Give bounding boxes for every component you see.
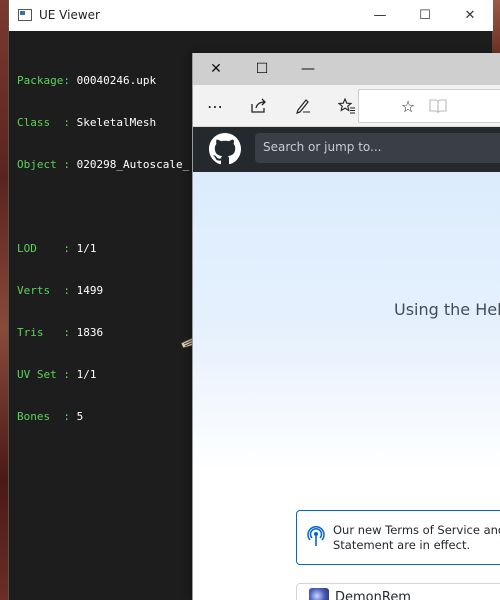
hero-heading: Using the Hel	[394, 300, 500, 319]
browser-window: ✕ ☐ — ⋯ ☆ Search or jump to... Using the…	[192, 53, 500, 600]
address-bar[interactable]: ☆	[358, 89, 500, 123]
pen-icon[interactable]	[281, 85, 325, 127]
close-button[interactable]: ✕	[447, 0, 493, 31]
avatar	[309, 588, 329, 600]
add-favorite-star-icon[interactable]: ☆	[393, 90, 423, 122]
desktop-background-left	[0, 0, 8, 600]
maximize-button[interactable]: ☐	[402, 0, 448, 31]
more-options-icon[interactable]: ⋯	[193, 85, 237, 127]
github-logo-icon[interactable]	[209, 133, 241, 165]
stat-line-tris: Tris : 1836	[17, 326, 104, 339]
info-line-object: Object : 020298_Autoscale_	[17, 158, 190, 171]
repository-list-item[interactable]: DemonRem	[296, 583, 500, 600]
browser-maximize-button[interactable]: ☐	[239, 53, 285, 85]
repository-owner-name[interactable]: DemonRem	[335, 590, 411, 600]
minimize-button[interactable]: —	[357, 0, 403, 31]
stat-line-uvset: UV Set : 1/1	[17, 368, 97, 381]
stat-line-lod: LOD : 1/1	[17, 242, 97, 255]
broadcast-icon	[307, 526, 325, 546]
stat-line-verts: Verts : 1499	[17, 284, 104, 297]
terms-notice-text: Our new Terms of Service and P Statement…	[333, 523, 500, 552]
browser-toolbar: ⋯ ☆	[193, 85, 500, 127]
github-search-input[interactable]: Search or jump to...	[255, 133, 500, 163]
desktop-background-right	[492, 0, 500, 55]
mesh-info-console: Package: 00040246.upk Class : SkeletalMe…	[17, 46, 189, 452]
console-spacer	[17, 200, 189, 214]
share-icon[interactable]	[237, 85, 281, 127]
ue-viewer-titlebar[interactable]: UE Viewer — ☐ ✕	[9, 0, 493, 31]
browser-minimize-button[interactable]: —	[285, 53, 331, 85]
reading-view-icon[interactable]	[423, 90, 453, 122]
app-window-icon	[18, 9, 32, 21]
browser-close-button[interactable]: ✕	[193, 53, 239, 85]
github-header: Search or jump to...	[193, 127, 500, 172]
info-line-class: Class : SkeletalMesh	[17, 116, 157, 129]
info-line-package: Package: 00040246.upk	[17, 74, 157, 87]
github-hero-banner	[193, 172, 500, 472]
browser-titlebar[interactable]: ✕ ☐ —	[193, 53, 500, 85]
stat-line-bones: Bones : 5	[17, 410, 84, 423]
terms-notice-banner[interactable]: Our new Terms of Service and P Statement…	[296, 510, 500, 565]
ue-viewer-title: UE Viewer	[39, 8, 100, 22]
